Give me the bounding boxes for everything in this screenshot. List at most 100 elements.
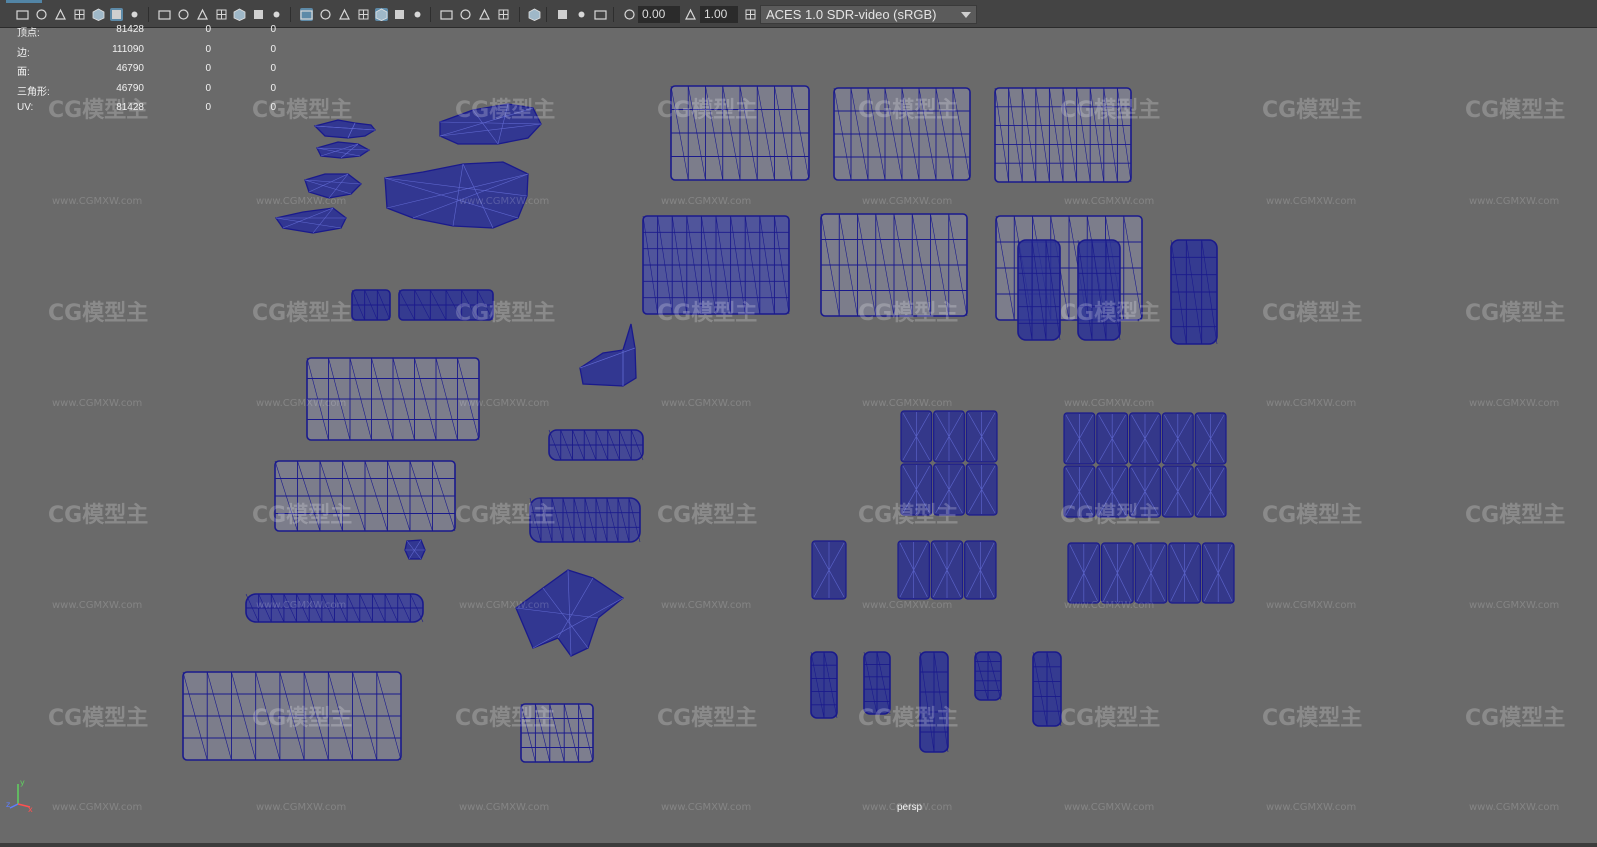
mesh-connector[interactable] bbox=[548, 429, 644, 461]
screen-space-ao-icon[interactable] bbox=[411, 8, 424, 21]
camera-select-icon[interactable] bbox=[16, 8, 29, 21]
image-plane-icon[interactable] bbox=[92, 8, 105, 21]
view-axis-gizmo: y z x bbox=[6, 778, 33, 812]
mesh-missile-2[interactable] bbox=[1077, 239, 1121, 341]
camera-select-icon[interactable] bbox=[744, 8, 757, 21]
mesh-barrel[interactable] bbox=[245, 593, 424, 623]
mesh-cluster-4[interactable] bbox=[897, 540, 997, 600]
exposure-icon[interactable] bbox=[594, 8, 607, 21]
mesh-cube-row[interactable] bbox=[398, 289, 494, 321]
chevron-down-icon[interactable] bbox=[961, 12, 971, 18]
grid-icon[interactable] bbox=[128, 8, 141, 21]
mesh-finger-1[interactable] bbox=[313, 119, 376, 139]
gate-mask-icon[interactable] bbox=[196, 8, 209, 21]
hud-value: 81428 bbox=[116, 102, 144, 113]
film-gate-icon[interactable] bbox=[158, 8, 171, 21]
motion-blur-icon[interactable] bbox=[440, 8, 453, 21]
active-panel-tab[interactable] bbox=[6, 0, 42, 3]
mesh-small-part-5[interactable] bbox=[1032, 651, 1062, 727]
poly-count-hud: 顶点: 81428 0 0 边: 111090 0 0 面: 46790 0 0 三角形: 46790 0 0… bbox=[17, 24, 276, 122]
mesh-small-part-3[interactable] bbox=[919, 651, 949, 753]
mesh-pod-pair[interactable] bbox=[642, 215, 790, 315]
mesh-rail[interactable] bbox=[529, 497, 641, 543]
xray-joints-icon[interactable] bbox=[528, 8, 541, 21]
mesh-crate[interactable] bbox=[520, 703, 594, 763]
use-all-lights-icon[interactable] bbox=[375, 8, 388, 21]
mesh-grey-block-1[interactable] bbox=[306, 357, 480, 441]
multisample-aa-icon[interactable] bbox=[459, 8, 472, 21]
hud-label: 顶点: bbox=[17, 28, 40, 39]
shadows-icon[interactable] bbox=[393, 8, 406, 21]
xray-icon[interactable] bbox=[357, 8, 370, 21]
hud-value: 0 bbox=[205, 63, 211, 74]
hud-value: 0 bbox=[205, 82, 211, 94]
camera-attributes-icon[interactable] bbox=[54, 8, 67, 21]
hud-row: 面: 46790 0 0 bbox=[17, 63, 276, 83]
mesh-housing-3[interactable] bbox=[994, 87, 1132, 183]
hud-row: 顶点: 81428 0 0 bbox=[17, 24, 276, 44]
axis-z-label: z bbox=[6, 800, 10, 809]
mesh-cluster-1[interactable] bbox=[900, 410, 998, 516]
camera-lock-icon[interactable] bbox=[35, 8, 48, 21]
mesh-grey-block-2[interactable] bbox=[274, 460, 456, 532]
mesh-small-part-2[interactable] bbox=[863, 651, 891, 715]
mesh-cluster-3[interactable] bbox=[811, 540, 847, 600]
mesh-claw-top[interactable] bbox=[439, 103, 542, 145]
hud-value: 46790 bbox=[116, 82, 144, 94]
resolution-gate-icon[interactable] bbox=[177, 8, 190, 21]
bookmark-icon[interactable] bbox=[73, 8, 86, 21]
default-material-icon[interactable] bbox=[319, 8, 332, 21]
mesh-missile-3[interactable] bbox=[1170, 239, 1218, 345]
hud-value: 111090 bbox=[112, 43, 144, 55]
hud-row: UV: 81428 0 0 bbox=[17, 102, 276, 122]
mesh-housing-2[interactable] bbox=[833, 87, 971, 181]
mesh-small-part-1[interactable] bbox=[810, 651, 838, 719]
mesh-missile-1[interactable] bbox=[1017, 239, 1061, 341]
hud-row: 三角形: 46790 0 0 bbox=[17, 82, 276, 103]
mesh-housing-1[interactable] bbox=[670, 85, 810, 181]
wireframe-icon[interactable] bbox=[270, 8, 283, 21]
mesh-grey-block-3[interactable] bbox=[182, 671, 402, 761]
smooth-shade-icon[interactable] bbox=[300, 8, 313, 21]
mesh-housing-4[interactable] bbox=[820, 213, 968, 317]
color-management-icon[interactable] bbox=[684, 8, 697, 21]
toolbar-separator bbox=[613, 7, 614, 22]
safe-title-icon[interactable] bbox=[252, 8, 265, 21]
exposure-field[interactable]: 0.00 bbox=[638, 6, 680, 23]
gamma-icon[interactable] bbox=[623, 8, 636, 21]
colorspace-dropdown[interactable]: ACES 1.0 SDR-video (sRGB) bbox=[760, 5, 977, 24]
mesh-small-part-4[interactable] bbox=[974, 651, 1002, 701]
isolate-select-icon[interactable] bbox=[497, 8, 510, 21]
axis-y-label: y bbox=[20, 778, 25, 787]
toolbar-separator bbox=[546, 7, 547, 22]
hud-value: 0 bbox=[205, 24, 211, 35]
mesh-small-cube[interactable] bbox=[351, 289, 391, 321]
grease-pencil-icon[interactable] bbox=[110, 8, 123, 21]
mesh-gun-part[interactable] bbox=[579, 323, 637, 387]
hud-label: UV: bbox=[17, 102, 34, 113]
mesh-cluster-5[interactable] bbox=[1067, 542, 1235, 604]
hud-row: 边: 111090 0 0 bbox=[17, 43, 276, 64]
wireframe-on-shaded-icon[interactable] bbox=[338, 8, 351, 21]
safe-action-icon[interactable] bbox=[233, 8, 246, 21]
backface-culling-icon[interactable] bbox=[575, 8, 588, 21]
mesh-small-bolt[interactable] bbox=[404, 539, 426, 560]
hud-value: 0 bbox=[205, 43, 211, 55]
mesh-claw-hand[interactable] bbox=[384, 161, 529, 229]
hud-value: 0 bbox=[270, 63, 276, 74]
depth-of-field-icon[interactable] bbox=[478, 8, 491, 21]
gamma-field[interactable]: 1.00 bbox=[700, 6, 738, 23]
hud-value: 0 bbox=[270, 24, 276, 35]
mesh-finger-3[interactable] bbox=[304, 173, 362, 199]
toolbar-separator bbox=[519, 7, 520, 22]
xray-active-icon[interactable] bbox=[556, 8, 569, 21]
colorspace-label: ACES 1.0 SDR-video (sRGB) bbox=[766, 7, 937, 22]
field-chart-icon[interactable] bbox=[215, 8, 228, 21]
hud-value: 81428 bbox=[116, 24, 144, 35]
mesh-star-part[interactable] bbox=[515, 569, 625, 657]
mesh-finger-4[interactable] bbox=[274, 207, 347, 234]
bottom-border bbox=[0, 843, 1597, 847]
mesh-finger-2[interactable] bbox=[316, 141, 371, 159]
mesh-cluster-2[interactable] bbox=[1063, 412, 1227, 518]
3d-viewport[interactable] bbox=[3, 28, 1597, 843]
